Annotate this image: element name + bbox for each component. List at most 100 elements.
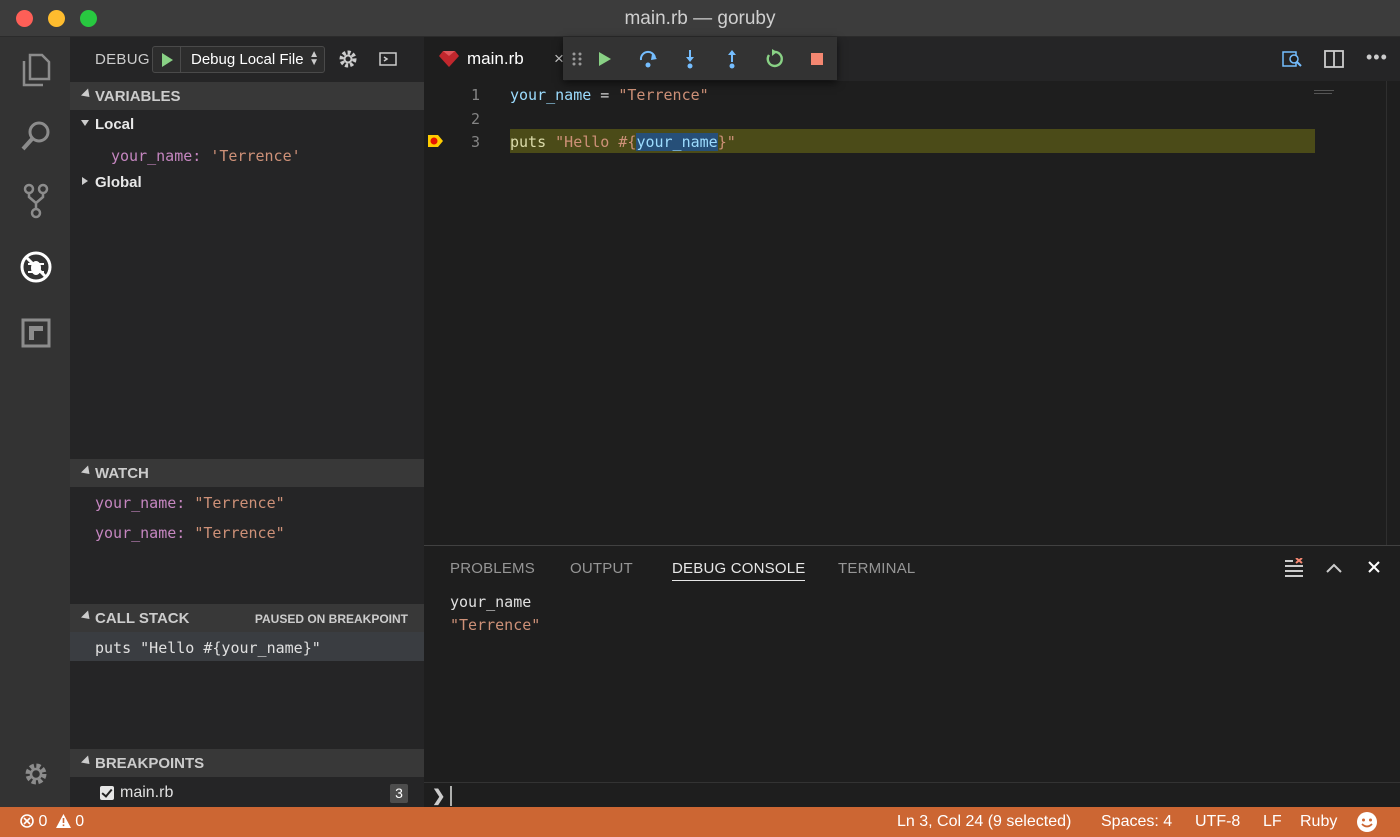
breakpoints-header-label: BREAKPOINTS [95,755,205,772]
code-token: puts [510,133,547,151]
tab-output[interactable]: OUTPUT [570,560,633,577]
error-icon [20,814,34,828]
minimap[interactable] [1314,81,1334,94]
language-mode-status[interactable]: Ruby [1300,813,1337,831]
maximize-panel-icon[interactable] [1325,558,1343,583]
code-token: }" [717,133,736,151]
line-number: 2 [470,110,480,128]
stop-icon[interactable] [806,48,828,70]
watch-expression[interactable]: your_name: "Terrence" [70,487,424,515]
watch-header-label: WATCH [95,465,149,482]
call-stack-frame-label: puts "Hello #{your_name}" [95,639,321,657]
cursor-position-status[interactable]: Ln 3, Col 24 (9 selected) [897,813,1071,831]
code-line-3[interactable]: puts "Hello #{your_name}" [510,133,736,151]
clear-console-icon[interactable] [1284,557,1304,583]
code-token: = [591,86,619,104]
step-over-icon[interactable] [637,48,659,70]
tab-label: main.rb [467,49,524,68]
more-actions-icon[interactable]: ••• [1366,47,1388,68]
debug-icon[interactable] [17,248,55,286]
breakpoint-checkbox[interactable] [100,786,114,800]
tab-problems[interactable]: PROBLEMS [450,560,535,577]
window-title: main.rb — goruby [624,8,776,29]
watch-name: your_name: [95,524,186,542]
breakpoint-file: main.rb [120,784,174,801]
watch-name: your_name: [95,494,186,512]
code-line-1[interactable]: your_name = "Terrence" [510,86,709,104]
ruby-file-icon [439,49,459,72]
local-scope-label: Local [95,116,135,133]
step-out-icon[interactable] [721,48,743,70]
watch-value: "Terrence" [194,494,285,512]
debug-settings-gear-icon[interactable] [338,49,358,69]
breakpoint-current-icon[interactable] [428,134,444,153]
editor-group: main.rb × ••• 1 2 3 your_name = "Terrenc… [424,37,1400,545]
editor-scrollbar[interactable] [1386,81,1400,545]
files-icon[interactable] [17,51,55,89]
expand-down-icon [81,120,89,126]
breakpoints-section-header[interactable]: BREAKPOINTS [70,749,424,777]
source-control-icon[interactable] [17,182,55,220]
problems-status[interactable]: 0 0 [20,813,84,831]
call-stack-section-header[interactable]: CALL STACK PAUSED ON BREAKPOINT [70,604,424,632]
activity-bar [0,37,70,807]
collapse-arrow-icon [80,88,94,101]
prompt-chevron-icon: ❯ [432,788,446,805]
tab-terminal[interactable]: TERMINAL [838,560,915,577]
search-icon[interactable] [17,117,55,155]
drag-handle-icon[interactable] [566,48,588,70]
call-stack-frame[interactable]: puts "Hello #{your_name}" [70,632,424,661]
debug-config-select[interactable]: Debug Local File ▲ ▼ [152,46,325,73]
variables-global-scope[interactable]: Global [70,168,424,196]
code-token: "Terrence" [618,86,709,104]
settings-gear-icon[interactable] [17,755,55,793]
open-preview-icon[interactable] [1282,49,1302,74]
line-number: 1 [470,86,480,104]
global-scope-label: Global [95,174,142,191]
variables-local-scope[interactable]: Local [70,110,424,138]
extensions-icon[interactable] [17,314,55,352]
debug-toolbar [563,37,837,80]
console-output-value: "Terrence" [450,616,541,634]
breakpoint-line-badge: 3 [390,784,408,803]
variable-value: 'Terrence' [210,147,301,165]
start-debugging-button[interactable] [153,47,181,72]
tab-debug-console[interactable]: DEBUG CONSOLE [672,560,806,581]
console-input-field[interactable]: ❯ [424,782,1400,808]
debug-console-toggle-icon[interactable] [379,51,397,67]
tab-main-rb[interactable]: main.rb × [424,37,564,81]
selected-text: your_name [636,133,718,151]
restart-icon[interactable] [763,48,785,70]
collapse-arrow-icon [80,610,94,623]
eol-status[interactable]: LF [1263,813,1282,831]
close-panel-icon[interactable] [1367,557,1381,582]
call-stack-header-label: CALL STACK [95,610,190,627]
console-input-echo: your_name [450,593,532,611]
continue-icon[interactable] [594,48,616,70]
variables-header-label: VARIABLES [95,88,181,105]
watch-expression[interactable]: your_name: "Terrence" [70,517,424,545]
paused-status-label: PAUSED ON BREAKPOINT [254,612,408,626]
indentation-status[interactable]: Spaces: 4 [1101,813,1172,831]
watch-value: "Terrence" [194,524,285,542]
encoding-status[interactable]: UTF-8 [1195,813,1240,831]
warning-icon [55,814,71,828]
watch-section-header[interactable]: WATCH [70,459,424,487]
variable-name: your_name: [111,147,202,165]
step-into-icon[interactable] [679,48,701,70]
split-editor-icon[interactable] [1324,49,1344,74]
variable-row[interactable]: your_name: 'Terrence' [70,140,424,168]
code-token: your_name [510,86,592,104]
collapse-arrow-icon [80,755,94,768]
status-bar: 0 0 Ln 3, Col 24 (9 selected) Spaces: 4 … [0,807,1400,837]
variables-section-header[interactable]: VARIABLES [70,82,424,110]
debug-label: DEBUG [95,51,150,68]
debug-config-label: Debug Local File [191,51,304,68]
debug-sidebar: DEBUG Debug Local File ▲ ▼ VARIABLES Loca… [70,37,424,807]
feedback-smiley-icon[interactable] [1356,811,1378,837]
error-count: 0 [38,813,48,830]
expand-right-icon [82,177,88,185]
text-caret [450,786,452,806]
breakpoint-item[interactable]: main.rb 3 [70,780,424,807]
select-arrows-icon: ▲ ▼ [309,49,319,68]
